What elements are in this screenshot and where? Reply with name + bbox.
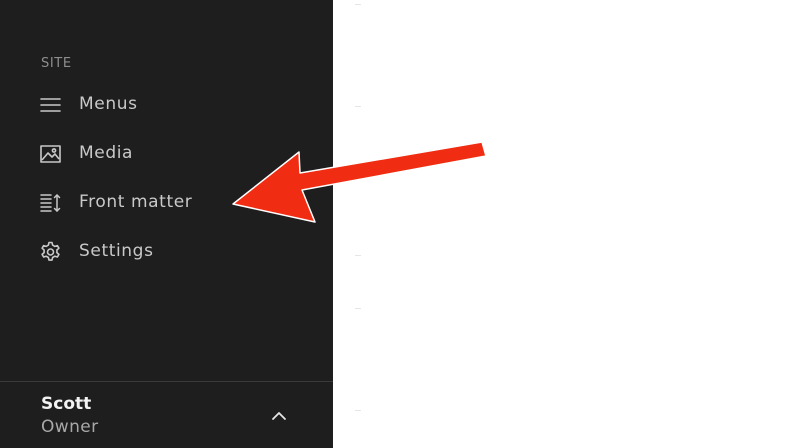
sidebar-item-label: Menus <box>79 94 138 114</box>
divider <box>355 308 361 309</box>
user-name: Scott <box>41 394 92 414</box>
divider <box>355 255 361 256</box>
divider <box>355 106 361 107</box>
sidebar-item-media[interactable]: Media <box>0 133 333 175</box>
sidebar-item-front-matter[interactable]: Front matter <box>0 182 333 224</box>
divider <box>355 410 361 411</box>
app-window: SITE Menus Media Front matter Settings S… <box>0 0 800 448</box>
gear-icon <box>39 241 63 263</box>
sidebar-item-menus[interactable]: Menus <box>0 84 333 126</box>
image-icon <box>39 143 63 165</box>
front-matter-icon <box>39 192 63 214</box>
sidebar: SITE Menus Media Front matter Settings S… <box>0 0 333 448</box>
main-content <box>333 0 800 448</box>
sidebar-item-label: Front matter <box>79 192 193 212</box>
sidebar-item-label: Media <box>79 143 134 163</box>
sidebar-item-label: Settings <box>79 241 154 261</box>
divider <box>355 4 361 5</box>
user-menu-toggle-button[interactable] <box>262 399 296 433</box>
user-menu: Scott Owner <box>0 381 333 448</box>
chevron-up-icon <box>262 399 296 433</box>
sidebar-item-settings[interactable]: Settings <box>0 231 333 273</box>
user-role: Owner <box>41 417 99 437</box>
menu-icon <box>39 94 63 116</box>
section-heading-site: SITE <box>41 56 72 71</box>
